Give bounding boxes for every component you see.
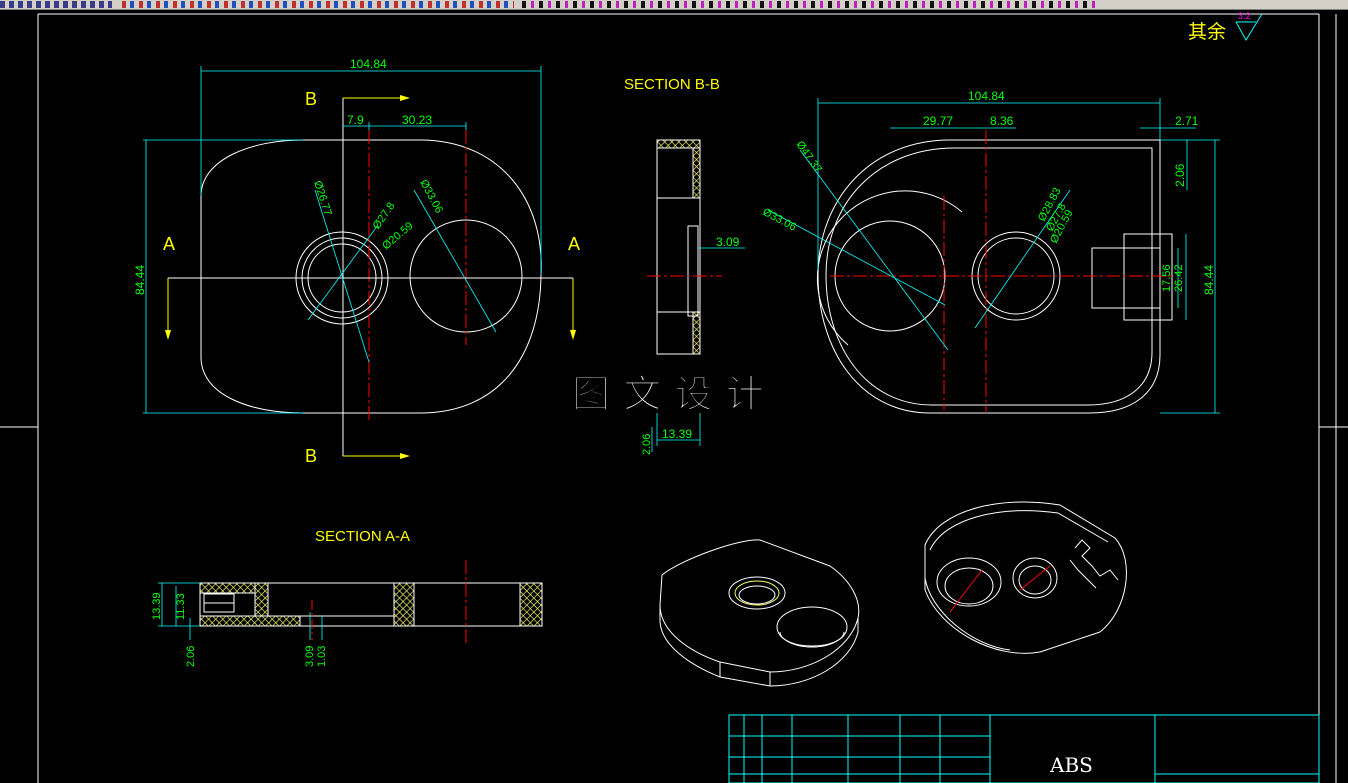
dim-bb-309: 3.09 — [716, 235, 740, 249]
section-aa-title: SECTION A-A — [315, 528, 410, 545]
dim-rear-836: 8.36 — [990, 114, 1014, 128]
dim-rear-d3306: Ø33.06 — [761, 206, 799, 234]
front-outline — [200, 139, 542, 414]
dim-front-width: 104.84 — [350, 57, 387, 71]
dim-rear-width: 104.84 — [968, 89, 1005, 103]
rear-view: 104.84 29.77 8.36 2.71 2.06 Ø47.37 Ø33.0… — [761, 89, 1220, 414]
roughness-symbol: 其余 3.2 — [1188, 11, 1263, 43]
roughness-value: 3.2 — [1238, 11, 1251, 21]
section-bb-title: SECTION B-B — [624, 76, 720, 93]
dim-aa-1133: 11.33 — [175, 593, 187, 620]
dim-front-3023: 30.23 — [402, 113, 432, 127]
dim-front-d2677: Ø26.77 — [311, 179, 334, 217]
dim-front-79: 7.9 — [347, 113, 364, 127]
iso-view-top — [659, 539, 860, 687]
title-block — [728, 714, 1320, 783]
dim-front-d3306: Ø33.06 — [417, 178, 445, 216]
watermark: 图 文 设 计 — [572, 371, 764, 416]
dim-aa-309: 3.09 — [304, 646, 316, 667]
dim-bb-1339: 13.39 — [662, 427, 692, 441]
dim-rear-2642: 26.42 — [1173, 264, 1185, 292]
cut-label-a-left: A — [163, 234, 175, 254]
dim-bb-206: 2.06 — [641, 434, 653, 455]
dim-front-height: 84.44 — [133, 265, 147, 295]
toolbar-group-2-icon[interactable] — [122, 1, 514, 8]
dim-front-d278: Ø27.8 — [371, 200, 398, 231]
material-label: ABS — [1049, 753, 1093, 777]
toolbar-group-1-icon[interactable] — [0, 1, 112, 8]
dim-rear-1756: 17.56 — [1161, 264, 1173, 292]
dim-rear-206: 2.06 — [1173, 163, 1187, 187]
iso-view-bottom — [924, 501, 1127, 654]
dim-rear-d4737: Ø47.37 — [794, 139, 825, 175]
front-view: B B A A 104.84 7.9 30.23 84.44 Ø26.77 Ø2… — [133, 57, 580, 466]
toolbar-group-3-icon[interactable] — [522, 1, 1098, 8]
cut-label-b-bottom: B — [305, 446, 317, 466]
rear-outline-inner — [825, 147, 1153, 406]
dim-rear-271: 2.71 — [1175, 114, 1199, 128]
dim-aa-206: 2.06 — [185, 646, 197, 667]
dim-aa-1339: 13.39 — [151, 592, 163, 620]
cut-label-b-top: B — [305, 89, 317, 109]
dim-rear-2977: 29.77 — [923, 114, 953, 128]
section-aa-view: SECTION A-A 13.39 11.33 2.06 3.09 1.03 — [151, 528, 543, 667]
dim-rear-height: 84.44 — [1202, 265, 1216, 295]
dim-aa-103: 1.03 — [316, 646, 328, 667]
roughness-label: 其余 — [1188, 21, 1226, 43]
cut-label-a-right: A — [568, 234, 580, 254]
cad-drawing-canvas[interactable]: 其余 3.2 B B A A 104.84 7.9 30.23 84.44 Ø2… — [0, 9, 1348, 783]
dim-front-d2059: Ø20.59 — [380, 220, 415, 252]
